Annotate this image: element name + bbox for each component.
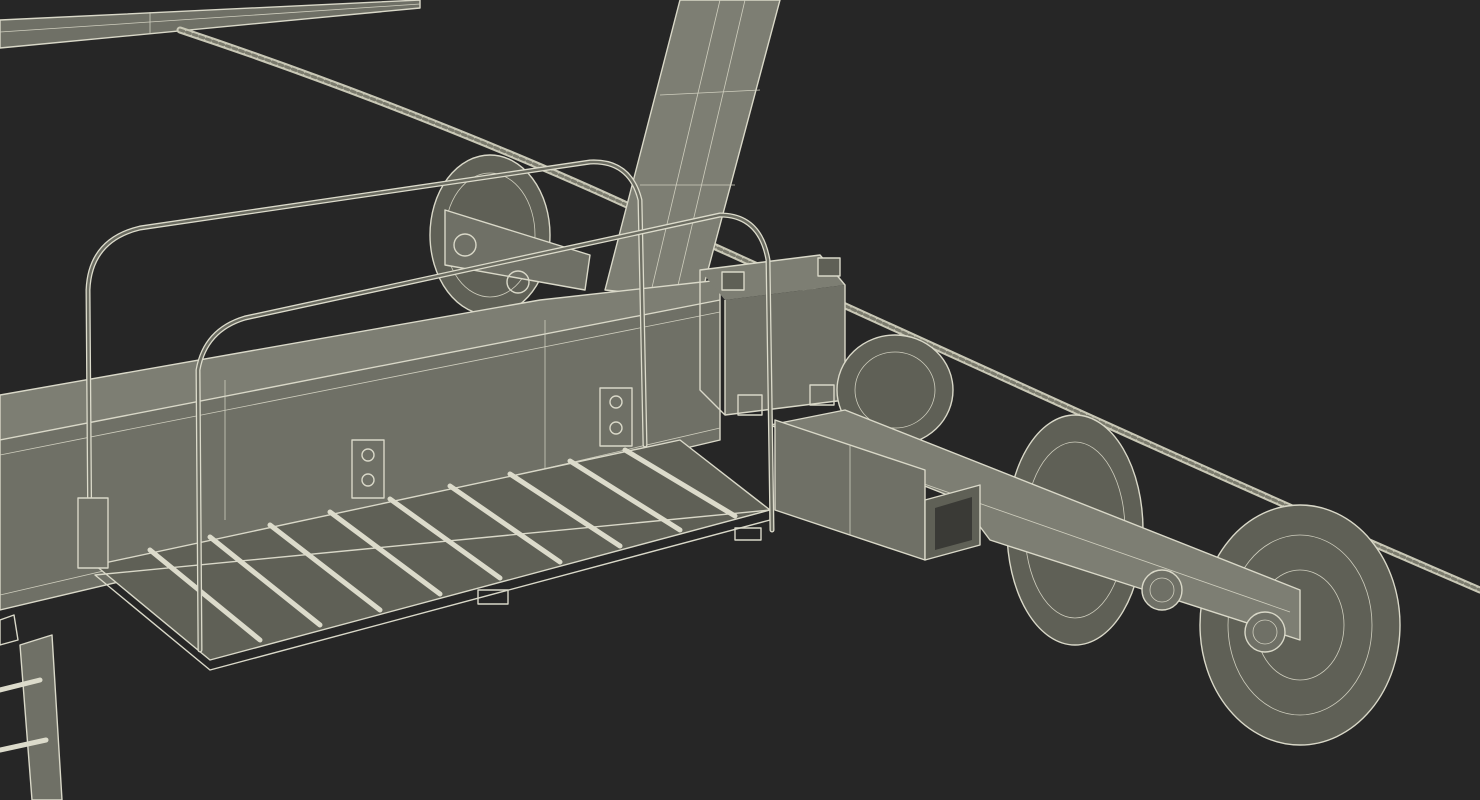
clamp-block bbox=[699, 254, 846, 416]
render-viewport bbox=[0, 0, 1480, 800]
wireframe-scene bbox=[0, 0, 1480, 800]
ladder-fragment bbox=[0, 614, 63, 800]
diagonal-post bbox=[604, 0, 781, 301]
